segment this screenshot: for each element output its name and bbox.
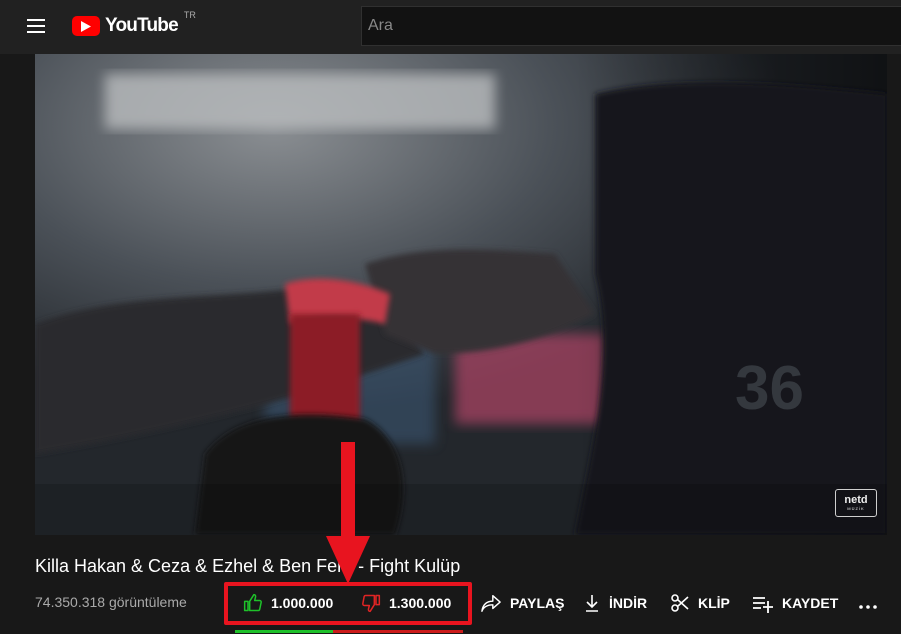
view-count: 74.350.318 görüntüleme bbox=[35, 594, 187, 610]
watermark-text: netd bbox=[844, 493, 868, 506]
logo-text: YouTube bbox=[105, 15, 179, 36]
share-label: PAYLAŞ bbox=[510, 595, 565, 611]
red-arrow-annotation bbox=[326, 442, 370, 584]
search-input[interactable] bbox=[361, 6, 901, 46]
masthead: YouTube TR bbox=[0, 0, 901, 54]
more-horizontal-icon bbox=[859, 605, 877, 609]
video-frame: 36 bbox=[35, 54, 887, 535]
scissors-icon bbox=[671, 594, 689, 612]
sentiment-bar bbox=[235, 630, 463, 633]
download-label: İNDİR bbox=[609, 595, 648, 611]
download-button[interactable]: İNDİR bbox=[583, 586, 647, 620]
video-title: Killa Hakan & Ceza & Ezhel & Ben Fero - … bbox=[35, 556, 461, 576]
save-label: KAYDET bbox=[782, 595, 839, 611]
download-icon bbox=[586, 595, 598, 612]
youtube-play-icon bbox=[72, 16, 100, 36]
clip-label: KLİP bbox=[698, 595, 730, 611]
sentiment-like-fill bbox=[235, 630, 334, 633]
youtube-logo[interactable]: YouTube TR bbox=[72, 10, 196, 38]
more-actions-button[interactable] bbox=[858, 586, 878, 620]
highlight-box bbox=[224, 582, 472, 625]
clip-button[interactable]: KLİP bbox=[670, 586, 730, 620]
save-button[interactable]: KAYDET bbox=[752, 586, 838, 620]
playlist-add-icon bbox=[753, 597, 773, 613]
share-button[interactable]: PAYLAŞ bbox=[480, 586, 564, 620]
shirt-number: 36 bbox=[735, 354, 804, 423]
channel-watermark: netd MÜZİK bbox=[835, 489, 877, 517]
share-icon bbox=[481, 595, 501, 612]
country-code: TR bbox=[183, 10, 196, 20]
watermark-subtext: MÜZİK bbox=[847, 505, 865, 511]
video-player[interactable]: 36 netd MÜZİK bbox=[35, 54, 887, 535]
hamburger-menu-icon[interactable] bbox=[18, 10, 54, 42]
